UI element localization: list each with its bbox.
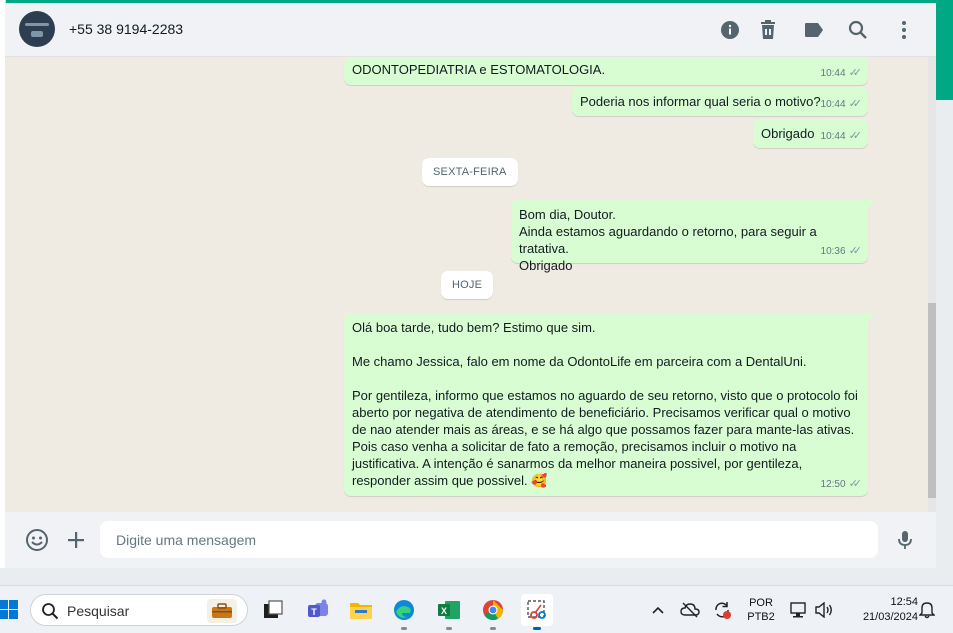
briefcase-icon[interactable] xyxy=(207,599,237,623)
message-bubble[interactable]: Olá boa tarde, tudo bem? Estimo que sim.… xyxy=(344,313,875,496)
message-bubble[interactable]: ODONTOPEDIATRIA e ESTOMATOLOGIA. 10:44 ✓✓ xyxy=(344,57,868,85)
contact-name[interactable]: +55 38 9194-2283 xyxy=(69,21,183,37)
chrome-icon[interactable] xyxy=(477,594,509,630)
snap-icon[interactable] xyxy=(257,594,289,626)
desktop-area xyxy=(0,568,953,585)
trash-icon[interactable] xyxy=(756,18,780,42)
running-indicator xyxy=(401,627,407,630)
edge-icon[interactable] xyxy=(388,594,420,630)
emoji-icon[interactable] xyxy=(25,528,49,552)
whatsapp-window: +55 38 9194-2283 ODONTOPEDIATRIA e ESTOM… xyxy=(5,3,936,568)
message-time: 10:36 xyxy=(820,246,846,257)
windows-taskbar: Pesquisar T X POR PTB2 12:54 21/03/2024 xyxy=(0,585,953,633)
windows-start-icon[interactable] xyxy=(0,600,18,620)
read-ticks-icon: ✓✓ xyxy=(848,98,863,110)
attach-plus-icon[interactable] xyxy=(64,528,88,552)
chat-header[interactable]: +55 38 9194-2283 xyxy=(5,3,936,57)
message-input[interactable] xyxy=(100,521,878,558)
taskbar-search[interactable]: Pesquisar xyxy=(30,594,248,626)
file-explorer-icon[interactable] xyxy=(345,594,377,626)
clock-date: 21/03/2024 xyxy=(862,611,918,623)
running-indicator xyxy=(446,627,452,630)
bubble-tail xyxy=(867,313,875,323)
network-icon[interactable] xyxy=(787,594,811,626)
microphone-icon[interactable] xyxy=(893,528,917,552)
message-time: 10:44 xyxy=(820,68,846,79)
clock-time: 12:54 xyxy=(890,596,918,608)
running-indicator xyxy=(533,627,541,630)
excel-icon[interactable]: X xyxy=(433,594,465,630)
search-label: Pesquisar xyxy=(67,603,130,619)
label-icon[interactable] xyxy=(802,18,826,42)
message-bubble[interactable]: Obrigado 10:44 ✓✓ xyxy=(753,119,868,148)
message-meta: 10:36 ✓✓ xyxy=(820,243,863,260)
message-composer xyxy=(5,512,936,568)
message-meta: 10:44 ✓✓ xyxy=(820,128,863,145)
keyboard-layout: PTB2 xyxy=(747,611,775,623)
language-code: POR xyxy=(749,597,773,609)
message-text: Olá boa tarde, tudo bem? Estimo que sim.… xyxy=(352,320,858,488)
menu-icon[interactable] xyxy=(892,18,916,42)
background-window-accent xyxy=(936,0,953,100)
sync-icon[interactable] xyxy=(710,594,734,626)
date-divider-today: HOJE xyxy=(441,271,494,299)
message-time: 12:50 xyxy=(820,479,846,490)
snipping-tool-icon[interactable] xyxy=(521,594,553,630)
message-bubble[interactable]: Poderia nos informar qual seria o motivo… xyxy=(572,87,868,116)
message-meta: 10:44 ✓✓ xyxy=(820,65,863,82)
scrollbar-thumb[interactable] xyxy=(928,303,936,498)
read-ticks-icon: ✓✓ xyxy=(848,478,863,490)
message-text: Bom dia, Doutor. Ainda estamos aguardand… xyxy=(519,207,817,273)
volume-icon[interactable] xyxy=(812,594,836,626)
contact-avatar[interactable] xyxy=(19,11,55,47)
taskbar-clock[interactable]: 12:54 21/03/2024 xyxy=(838,595,918,625)
cloud-offline-icon[interactable] xyxy=(678,594,702,626)
date-divider-friday: SEXTA-FEIRA xyxy=(422,158,518,186)
read-ticks-icon: ✓✓ xyxy=(848,130,863,142)
read-ticks-icon: ✓✓ xyxy=(848,245,863,257)
notification-bell-icon[interactable] xyxy=(916,594,938,626)
message-meta: 10:44 ✓✓ xyxy=(820,96,863,113)
tray-overflow-chevron-icon[interactable] xyxy=(648,594,668,626)
message-text: ODONTOPEDIATRIA e ESTOMATOLOGIA. xyxy=(352,62,606,77)
search-icon xyxy=(41,602,59,625)
read-ticks-icon: ✓✓ xyxy=(848,67,863,79)
message-time: 10:44 xyxy=(820,99,846,110)
message-list[interactable]: ODONTOPEDIATRIA e ESTOMATOLOGIA. 10:44 ✓✓… xyxy=(5,57,936,512)
search-icon[interactable] xyxy=(846,18,870,42)
message-bubble[interactable]: Bom dia, Doutor. Ainda estamos aguardand… xyxy=(511,200,875,273)
background-window-edge xyxy=(936,100,953,585)
info-icon[interactable] xyxy=(718,18,742,42)
input-language-indicator[interactable]: POR PTB2 xyxy=(744,596,778,624)
svg-text:X: X xyxy=(441,606,447,616)
message-time: 10:44 xyxy=(820,131,846,142)
teams-icon[interactable]: T xyxy=(302,594,334,626)
svg-text:T: T xyxy=(311,607,317,617)
running-indicator xyxy=(490,627,496,630)
bubble-tail xyxy=(867,200,875,210)
message-meta: 12:50 ✓✓ xyxy=(820,476,863,493)
